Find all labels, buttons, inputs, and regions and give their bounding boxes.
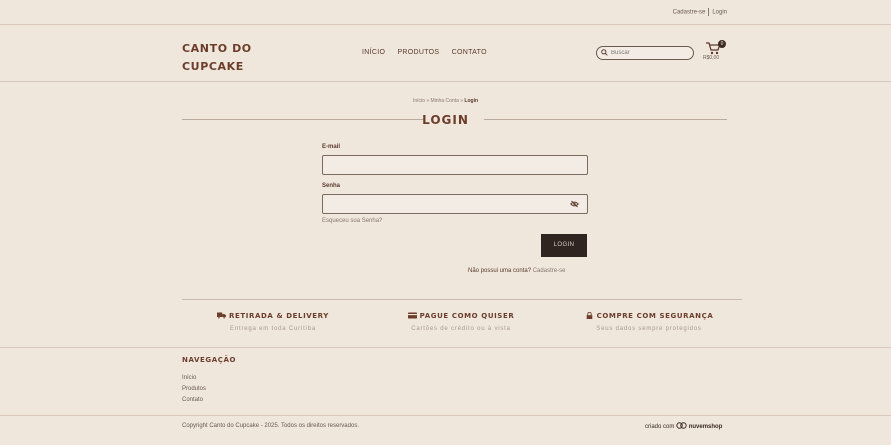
feature-subtitle: Seus dados sempre protegidos <box>596 326 702 332</box>
feature-title: RETIRADA & DELIVERY <box>229 312 329 320</box>
login-button[interactable]: LOGIN <box>541 234 587 257</box>
platform-credit[interactable]: criado com nuvemshop <box>645 422 722 430</box>
cart-total: R$0,00 <box>703 55 720 61</box>
credit-prefix: criado com <box>645 424 675 430</box>
nav-item-produtos[interactable]: PRODUTOS <box>397 49 439 56</box>
feature-subtitle: Cartões de crédito ou à vista <box>411 326 511 332</box>
lock-icon <box>586 312 592 319</box>
login-link[interactable]: Login <box>712 10 727 16</box>
register-now-link[interactable]: Cadastre-se <box>533 268 566 274</box>
feature-delivery: RETIRADA & DELIVERY Entrega em toda Curi… <box>178 312 368 332</box>
top-bar: Cadastre-se Login <box>0 0 891 25</box>
account-links: Cadastre-se Login <box>673 8 727 16</box>
search-box <box>596 46 694 60</box>
password-label: Senha <box>322 183 341 189</box>
logo-line-2: CUPCAKE <box>182 60 244 73</box>
feature-subtitle: Entrega em toda Curitiba <box>230 326 316 332</box>
email-label: E-mail <box>322 144 341 150</box>
no-account-text: Não possui uma conta? <box>468 268 532 274</box>
nav-item-contato[interactable]: CONTATO <box>452 49 487 56</box>
password-field[interactable] <box>322 194 588 214</box>
credit-brand: nuvemshop <box>688 424 723 430</box>
nav-item-inicio[interactable]: INÍCIO <box>362 49 385 56</box>
divider <box>708 8 710 16</box>
cart-count-badge: 0 <box>718 40 726 48</box>
breadcrumb-current: Login <box>464 98 479 104</box>
footer-divider <box>0 347 891 348</box>
email-field[interactable] <box>322 155 588 175</box>
register-link[interactable]: Cadastre-se <box>673 10 706 16</box>
search-icon[interactable] <box>601 49 608 56</box>
cloud-logo-icon <box>676 422 687 429</box>
page-title: LOGIN <box>422 113 469 127</box>
feature-title: COMPRE COM SEGURANÇA <box>596 312 714 320</box>
breadcrumb: Início » Minha Conta » Login <box>0 98 891 104</box>
forgot-password-link[interactable]: Esqueceu sua Senha? <box>322 218 382 224</box>
logo[interactable]: CANTO DO CUPCAKE <box>182 40 252 76</box>
truck-icon <box>217 312 227 319</box>
footer-link-inicio[interactable]: Início <box>182 373 206 384</box>
main-nav: INÍCIO PRODUTOS CONTATO <box>362 49 497 56</box>
footer-divider <box>0 415 891 416</box>
logo-line-1: CANTO DO <box>182 42 252 55</box>
feature-title: PAGUE COMO QUISER <box>419 312 515 320</box>
copyright-text: Copyright Canto do Cupcake - 2025. Todos… <box>182 423 359 429</box>
card-icon <box>407 312 417 319</box>
footer-link-contato[interactable]: Contato <box>182 395 206 406</box>
footer-nav: Início Produtos Contato <box>182 373 206 406</box>
search-input[interactable] <box>611 48 687 58</box>
eye-off-icon[interactable] <box>570 200 579 208</box>
feature-security: COMPRE COM SEGURANÇA Seus dados sempre p… <box>554 312 744 332</box>
cart-button[interactable]: 0 R$0,00 <box>703 40 727 64</box>
divider <box>182 299 742 300</box>
register-prompt: Não possui uma conta? Cadastre-se <box>468 268 565 274</box>
breadcrumb-path[interactable]: Início » Minha Conta » <box>413 98 464 104</box>
feature-payment: PAGUE COMO QUISER Cartões de crédito ou … <box>366 312 556 332</box>
footer-nav-heading: NAVEGAÇÃO <box>182 356 237 364</box>
footer-link-produtos[interactable]: Produtos <box>182 384 206 395</box>
